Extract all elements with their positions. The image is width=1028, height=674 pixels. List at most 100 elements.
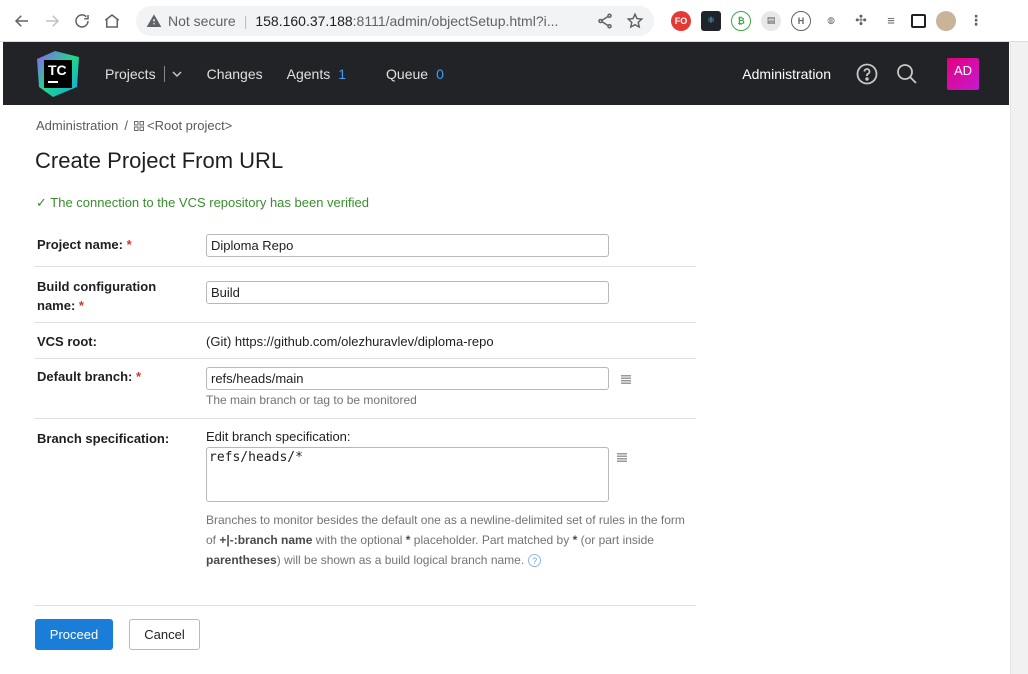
menu-dots-icon[interactable]: ⋮ (966, 10, 986, 31)
build-config-label-line2-wrap: name: * (37, 296, 206, 315)
project-name-field-cell (206, 234, 696, 266)
hint-text-5: ) will be shown as a build logical branc… (276, 553, 525, 567)
puzzle-icon[interactable]: ✣ (851, 10, 871, 31)
forward-icon[interactable] (38, 7, 66, 35)
extension-green-icon[interactable]: ₿ (731, 10, 751, 31)
project-name-label-text: Project name: (37, 237, 123, 252)
row-branch-spec: Branch specification: Edit branch specif… (34, 419, 696, 581)
vcs-root-value: (Git) https://github.com/olezhuravlev/di… (206, 334, 494, 349)
share-icon[interactable] (596, 12, 614, 30)
required-mark: * (78, 298, 84, 313)
page-scrollbar[interactable] (1010, 42, 1028, 674)
help-icon[interactable]: ? (528, 554, 542, 568)
not-secure-label: Not secure (168, 12, 236, 29)
project-name-input[interactable] (206, 234, 609, 257)
hint-bold-4: parentheses (206, 553, 277, 567)
default-branch-input-wrap (206, 367, 696, 390)
row-project-name: Project name: * (34, 223, 696, 267)
proceed-button[interactable]: Proceed (35, 619, 113, 650)
nav-projects-label: Projects (105, 65, 156, 82)
agents-count: 1 (338, 65, 347, 82)
default-branch-input[interactable] (206, 367, 609, 390)
administration-link[interactable]: Administration (742, 66, 831, 82)
main-content: Administration / <Root project> Create P… (3, 105, 1009, 674)
branch-spec-hint: Branches to monitor besides the default … (206, 510, 686, 570)
extension-h-icon[interactable]: H (791, 10, 811, 31)
browser-toolbar: Not secure | 158.160.37.188:8111/admin/o… (0, 0, 1028, 42)
build-config-label-line2: name: (37, 298, 76, 313)
profile-avatar-icon[interactable] (936, 10, 956, 31)
edit-branch-spec-label: Edit branch specification: (206, 429, 351, 444)
cancel-button[interactable]: Cancel (129, 619, 200, 650)
user-avatar[interactable]: AD (947, 57, 979, 90)
breadcrumb-administration[interactable]: Administration (36, 118, 118, 133)
success-message: ✓ The connection to the VCS repository h… (36, 195, 369, 210)
sidebar-icon[interactable] (911, 13, 926, 28)
page-title: Create Project From URL (35, 148, 284, 173)
queue-count: 0 (436, 65, 444, 82)
row-build-config: Build configuration name: * (34, 267, 696, 323)
project-grid-icon (134, 120, 144, 131)
list-icon[interactable] (617, 453, 627, 462)
hint-text-4: (or part inside (577, 533, 654, 547)
nav-queue[interactable]: Queue 0 (386, 66, 444, 82)
row-default-branch: Default branch: * The main branch or tag… (34, 359, 696, 419)
help-icon[interactable] (855, 62, 879, 86)
media-icon[interactable]: ≡ (881, 10, 901, 31)
required-mark: * (126, 237, 132, 252)
default-branch-label-text: Default branch: (37, 369, 133, 384)
main-nav: Projects Changes Agents 1 Queue 0 (105, 65, 468, 82)
branch-spec-input-wrap: refs/heads/* (206, 447, 696, 502)
branch-spec-textarea[interactable]: refs/heads/* (206, 447, 609, 502)
nav-projects[interactable]: Projects (105, 65, 183, 82)
default-branch-field-cell: The main branch or tag to be monitored (206, 367, 696, 418)
project-form: Project name: * Build configuration name… (34, 223, 696, 581)
extension-fo-icon[interactable]: FO (671, 10, 691, 31)
form-footer-divider (34, 605, 696, 606)
vcs-root-label: VCS root: (37, 334, 97, 349)
build-config-input[interactable] (206, 281, 609, 304)
search-icon[interactable] (895, 62, 919, 86)
address-bar[interactable]: Not secure | 158.160.37.188:8111/admin/o… (136, 5, 654, 36)
star-icon[interactable] (626, 11, 644, 30)
build-config-field-cell (206, 277, 696, 322)
logo-text: TC (48, 61, 67, 78)
branch-spec-label: Branch specification: (37, 431, 170, 446)
row-vcs-root: VCS root: (Git) https://github.com/olezh… (34, 323, 696, 359)
extensions-area: FO ⚛ ₿ ▤ H ◍ ✣ ≡ ⋮ (666, 10, 991, 31)
build-config-label: Build configuration name: * (34, 277, 206, 322)
breadcrumb: Administration / <Root project> (36, 118, 232, 133)
hint-text-2: with the optional (312, 533, 406, 547)
back-icon[interactable] (8, 7, 36, 35)
nav-agents-label: Agents (286, 65, 331, 82)
nav-changes[interactable]: Changes (207, 66, 263, 82)
extension-gray-icon[interactable]: ▤ (761, 10, 781, 31)
default-branch-label: Default branch: * (34, 367, 206, 418)
form-buttons: Proceed Cancel (35, 619, 200, 650)
nav-queue-label: Queue (386, 65, 429, 82)
chevron-down-icon[interactable] (171, 68, 183, 80)
nav-agents[interactable]: Agents 1 (287, 66, 346, 82)
default-branch-hint: The main branch or tag to be monitored (206, 393, 417, 407)
nav-changes-label: Changes (206, 65, 263, 82)
url-host: 158.160.37.188 (255, 12, 353, 29)
branch-spec-field-cell: Edit branch specification: refs/heads/* … (206, 429, 696, 581)
build-config-label-line1: Build configuration (37, 279, 157, 294)
home-icon[interactable] (98, 7, 126, 35)
required-mark: * (135, 369, 142, 384)
teamcity-logo[interactable]: TC (33, 49, 83, 99)
nav-divider (163, 65, 165, 82)
header-right: Administration AD (742, 57, 979, 90)
teamcity-header: TC Projects Changes Agents 1 Queue 0 Adm… (3, 42, 1009, 105)
url-text: 158.160.37.188:8111/admin/objectSetup.ht… (255, 13, 584, 29)
hint-text-3: placeholder. Part matched by (410, 533, 573, 547)
reload-icon[interactable] (68, 7, 96, 35)
warning-icon (146, 13, 162, 27)
hint-bold-1: +|-:branch name (219, 533, 313, 547)
breadcrumb-root-project[interactable]: <Root project> (147, 118, 232, 133)
react-devtools-icon[interactable]: ⚛ (701, 10, 721, 31)
url-separator: | (243, 12, 248, 29)
list-icon[interactable] (620, 375, 631, 385)
globe-icon[interactable]: ◍ (821, 10, 841, 31)
breadcrumb-separator: / (124, 118, 128, 133)
